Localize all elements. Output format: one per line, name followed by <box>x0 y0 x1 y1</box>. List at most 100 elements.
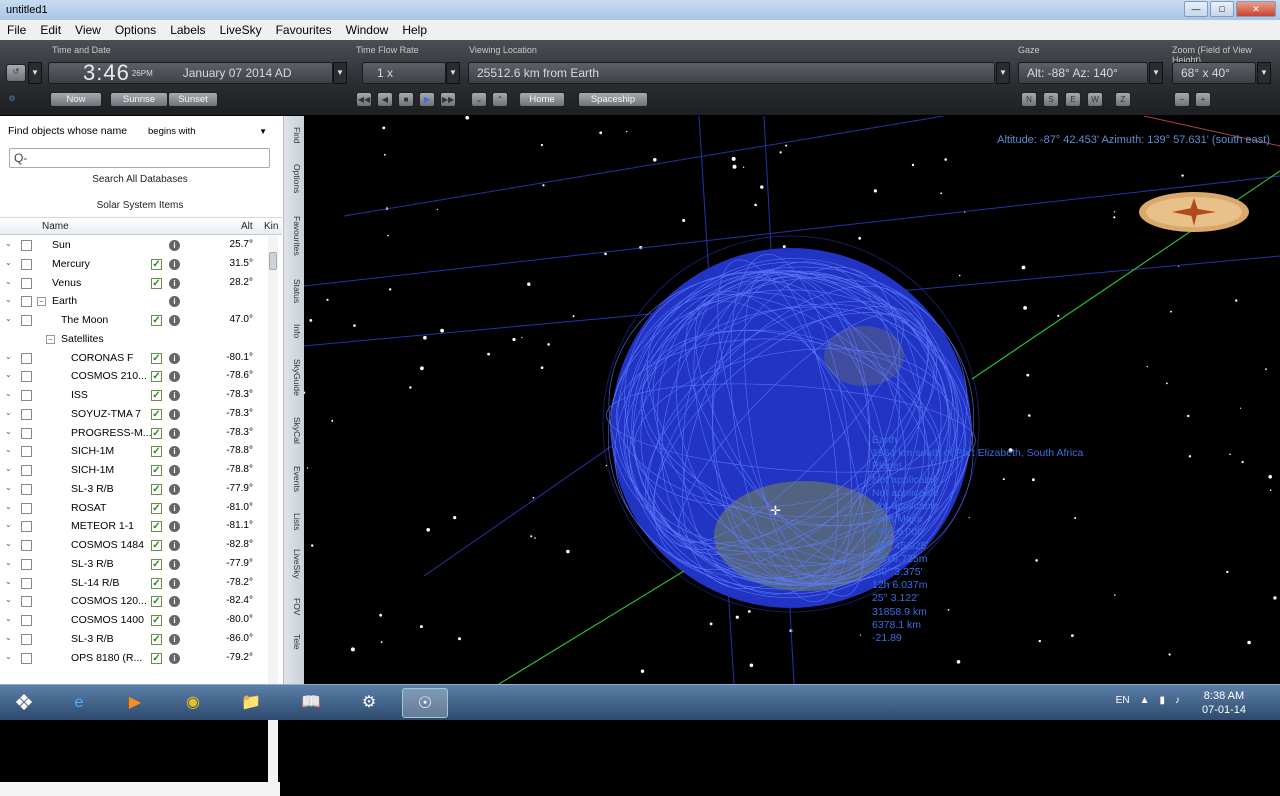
zoom-dropdown[interactable]: ▼ <box>1257 62 1271 84</box>
sunset-button[interactable]: Sunset <box>168 92 218 107</box>
system-clock[interactable]: 8:38 AM 07-01-14 <box>1202 689 1246 717</box>
list-item[interactable]: ⌄ COSMOS 210... ✓ i -78.6° <box>0 367 280 386</box>
home-button[interactable]: Home <box>519 92 565 107</box>
info-icon[interactable]: i <box>169 521 180 533</box>
sky-view[interactable]: ✛ Altitude: -87° 42.453' Azimuth: 139° 5… <box>304 116 1280 684</box>
info-icon[interactable]: i <box>169 502 180 514</box>
info-icon[interactable]: i <box>169 390 180 401</box>
time-direction-icon[interactable]: ↺ <box>6 64 26 82</box>
label-checkbox[interactable] <box>21 502 32 514</box>
stop-icon[interactable]: ■ <box>398 92 414 107</box>
step-forward-icon[interactable]: ▶▶ <box>440 92 456 107</box>
chevron-down-icon[interactable]: ⌄ <box>5 408 12 417</box>
menu-livesky[interactable]: LiveSky <box>213 23 269 37</box>
language-indicator[interactable]: EN <box>1116 695 1130 706</box>
chevron-down-icon[interactable]: ⌄ <box>5 445 12 454</box>
chevron-down-icon[interactable]: ⌄ <box>5 314 12 323</box>
gaze-zenith-button[interactable]: Z <box>1115 92 1131 107</box>
list-item[interactable]: ⌄ ISS ✓ i -78.3° <box>0 386 280 405</box>
info-icon[interactable]: i <box>169 277 180 289</box>
start-button[interactable]: ❖ <box>0 688 48 718</box>
label-checkbox[interactable] <box>21 521 32 533</box>
show-checkbox[interactable]: ✓ <box>151 465 162 476</box>
media-player-icon[interactable]: ▶ <box>112 688 158 718</box>
collapse-icon[interactable]: − <box>37 297 46 307</box>
side-tab-fov[interactable]: FOV <box>286 592 302 622</box>
info-icon[interactable]: i <box>169 577 180 589</box>
show-checkbox[interactable]: ✓ <box>151 521 162 533</box>
chevron-down-icon[interactable]: ⌄ <box>5 652 12 661</box>
list-item[interactable]: ⌄ The Moon ✓ i 47.0° <box>0 311 280 330</box>
list-item[interactable]: ⌄ SL-3 R/B ✓ i -86.0° <box>0 630 280 649</box>
menu-help[interactable]: Help <box>395 23 434 37</box>
column-kind[interactable]: Kin <box>264 221 278 232</box>
info-icon[interactable]: i <box>169 352 180 364</box>
chevron-down-icon[interactable]: ⌄ <box>5 558 12 567</box>
chevron-down-icon[interactable]: ⌄ <box>5 295 12 304</box>
list-item[interactable]: ⌄ ROSAT ✓ i -81.0° <box>0 499 280 518</box>
show-checkbox[interactable]: ✓ <box>151 540 162 551</box>
label-checkbox[interactable] <box>21 371 32 383</box>
side-tab-status[interactable]: Status <box>286 272 302 310</box>
chevron-down-icon[interactable]: ⌄ <box>5 595 12 604</box>
list-item[interactable]: ⌄ COSMOS 120... ✓ i -82.4° <box>0 592 280 611</box>
show-checkbox[interactable]: ✓ <box>151 258 162 270</box>
label-checkbox[interactable] <box>21 446 32 458</box>
label-checkbox[interactable] <box>21 352 32 364</box>
show-checkbox[interactable]: ✓ <box>151 352 162 364</box>
show-checkbox[interactable]: ✓ <box>151 408 162 420</box>
time-flow-field[interactable]: 1 x <box>362 62 446 84</box>
info-icon[interactable]: i <box>169 652 180 664</box>
label-checkbox[interactable] <box>21 240 32 251</box>
sunrise-button[interactable]: Sunrise <box>110 92 168 107</box>
reverse-icon[interactable]: ◀ <box>377 92 393 107</box>
show-checkbox[interactable]: ✓ <box>151 315 162 326</box>
show-checkbox[interactable]: ✓ <box>151 615 162 626</box>
side-tab-tele[interactable]: Tele <box>286 630 302 654</box>
show-checkbox[interactable]: ✓ <box>151 633 162 645</box>
chevron-down-icon[interactable]: ⌄ <box>5 464 12 473</box>
menu-labels[interactable]: Labels <box>163 23 212 37</box>
play-icon[interactable]: ▶ <box>419 92 435 107</box>
move-down-icon[interactable]: ⌄ <box>471 92 487 107</box>
show-checkbox[interactable]: ✓ <box>151 390 162 401</box>
minimize-button[interactable]: — <box>1184 1 1208 17</box>
menu-file[interactable]: File <box>0 23 33 37</box>
chevron-down-icon[interactable]: ⌄ <box>5 370 12 379</box>
close-button[interactable]: ✕ <box>1236 1 1276 17</box>
side-tab-lists[interactable]: Lists <box>286 508 302 536</box>
list-item[interactable]: ⌄ SICH-1M ✓ i -78.8° <box>0 461 280 480</box>
collapse-icon[interactable]: − <box>46 334 55 344</box>
move-up-icon[interactable]: ⌃ <box>492 92 508 107</box>
chevron-down-icon[interactable]: ⌄ <box>5 614 12 623</box>
gaze-north-button[interactable]: N <box>1021 92 1037 107</box>
label-checkbox[interactable] <box>21 577 32 589</box>
label-checkbox[interactable] <box>21 596 32 608</box>
side-tab-livesky[interactable]: LiveSky <box>286 544 302 584</box>
zoom-in-icon[interactable]: + <box>1195 92 1211 107</box>
maximize-button[interactable]: □ <box>1210 1 1234 17</box>
chevron-down-icon[interactable]: ⌄ <box>5 577 12 586</box>
internet-explorer-icon[interactable]: e <box>56 688 102 718</box>
show-checkbox[interactable]: ✓ <box>151 652 162 664</box>
chevron-down-icon[interactable]: ⌄ <box>5 483 12 492</box>
list-item[interactable]: − Satellites <box>0 330 280 349</box>
info-icon[interactable]: i <box>169 446 180 458</box>
menu-options[interactable]: Options <box>108 23 163 37</box>
label-checkbox[interactable] <box>21 615 32 626</box>
chevron-down-icon[interactable]: ⌄ <box>5 258 12 267</box>
list-item[interactable]: ⌄ SL-3 R/B ✓ i -77.9° <box>0 555 280 574</box>
info-icon[interactable]: i <box>169 596 180 608</box>
info-icon[interactable]: i <box>169 240 180 251</box>
chevron-down-icon[interactable]: ⌄ <box>5 502 12 511</box>
label-checkbox[interactable] <box>21 315 32 326</box>
starry-night-icon[interactable]: ☉ <box>402 688 448 718</box>
menu-window[interactable]: Window <box>339 23 396 37</box>
side-tab-events[interactable]: Events <box>286 458 302 500</box>
list-item[interactable]: ⌄ SL-3 R/B ✓ i -77.9° <box>0 480 280 499</box>
show-checkbox[interactable]: ✓ <box>151 483 162 495</box>
list-item[interactable]: ⌄ Venus ✓ i 28.2° <box>0 274 280 293</box>
list-item[interactable]: ⌄ − Earth i <box>0 292 280 311</box>
column-name[interactable]: Name <box>42 221 69 232</box>
side-tab-find[interactable]: Find <box>286 120 302 150</box>
